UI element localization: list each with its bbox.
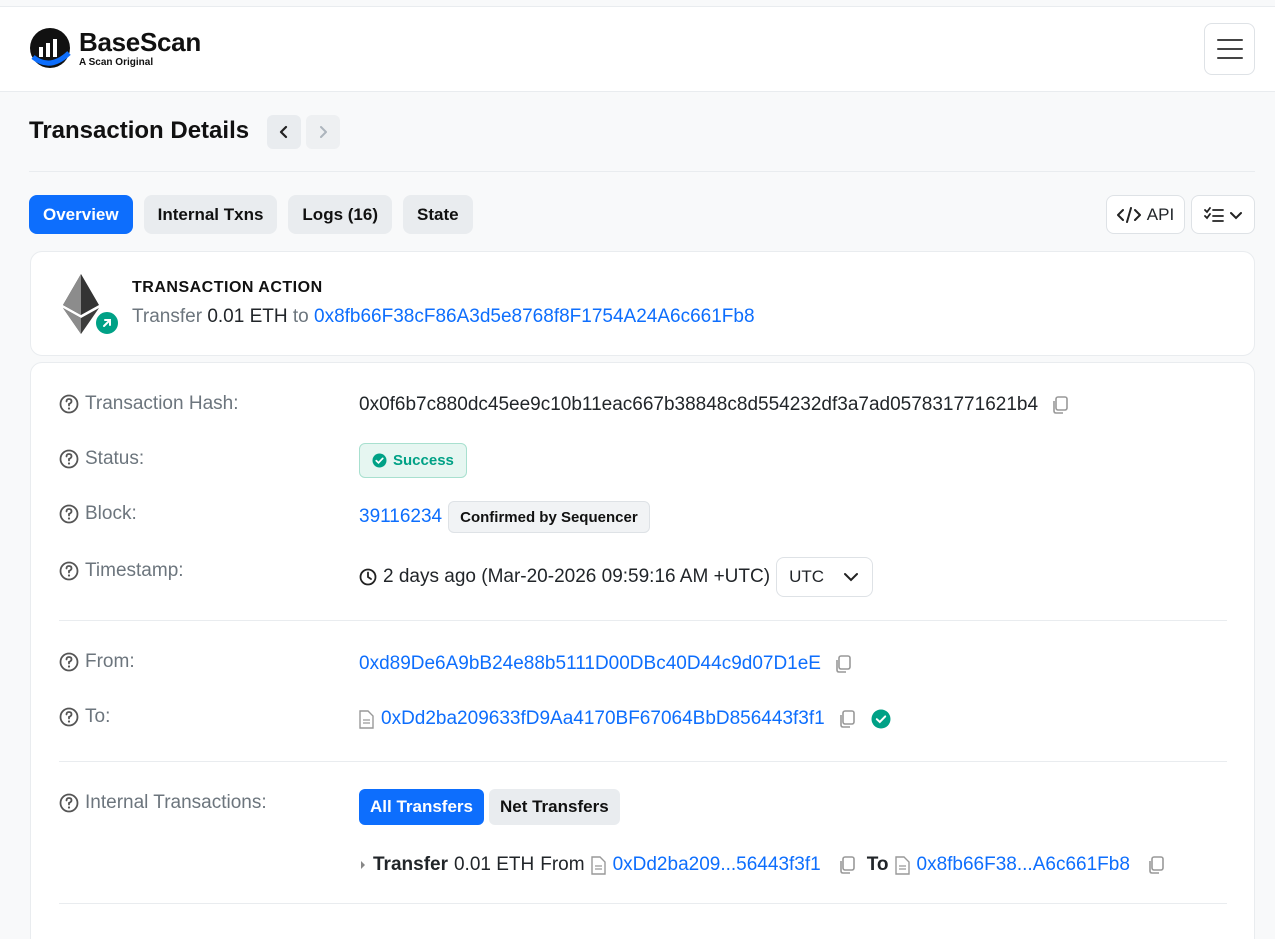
timezone-value: UTC bbox=[789, 567, 825, 586]
tab-overview[interactable]: Overview bbox=[29, 195, 133, 234]
tx-hash-value-group: 0x0f6b7c880dc45ee9c10b11eac667b38848c8d5… bbox=[359, 394, 1070, 416]
tab-bar: Overview Internal Txns Logs (16) State bbox=[29, 195, 473, 234]
brand-tagline: A Scan Original bbox=[79, 56, 154, 68]
code-icon bbox=[1116, 206, 1141, 223]
action-to-word: to bbox=[292, 306, 309, 327]
internal-tx-filters: All Transfers Net Transfers bbox=[359, 789, 620, 825]
copy-icon[interactable] bbox=[837, 855, 857, 875]
status-label-group: Status: bbox=[59, 448, 144, 470]
block-label-group: Block: bbox=[59, 503, 137, 525]
copy-icon[interactable] bbox=[837, 709, 857, 729]
contract-file-icon bbox=[590, 855, 606, 875]
title-divider bbox=[29, 171, 1255, 172]
checklist-icon bbox=[1204, 206, 1224, 222]
action-amount: 0.01 ETH bbox=[207, 306, 288, 327]
tx-hash-label: Transaction Hash: bbox=[85, 393, 239, 414]
status-value-group: Success bbox=[359, 443, 467, 478]
help-circle-icon[interactable] bbox=[59, 504, 79, 524]
from-label: From: bbox=[85, 651, 135, 672]
next-transaction-button[interactable] bbox=[306, 115, 340, 149]
timestamp-label-group: Timestamp: bbox=[59, 560, 184, 582]
from-label-group: From: bbox=[59, 651, 135, 673]
status-badge: Success bbox=[359, 443, 467, 478]
action-verb: Transfer bbox=[132, 306, 203, 327]
hamburger-icon bbox=[1216, 39, 1243, 41]
help-circle-icon[interactable] bbox=[59, 394, 79, 414]
internal-tx-label: Internal Transactions: bbox=[85, 792, 267, 813]
chevron-right-icon bbox=[320, 126, 327, 138]
transaction-action-heading: TRANSACTION ACTION bbox=[132, 279, 323, 296]
api-button[interactable]: API bbox=[1106, 195, 1185, 234]
view-options-dropdown[interactable] bbox=[1191, 195, 1255, 234]
status-label: Status: bbox=[85, 448, 145, 469]
to-address-link[interactable]: 0xDd2ba209633fD9Aa4170BF67064BbD856443f3… bbox=[381, 708, 825, 730]
help-circle-icon[interactable] bbox=[59, 652, 79, 672]
action-recipient-link[interactable]: 0x8fb66F38cF86A3d5e8768f8F1754A24A6c661F… bbox=[314, 306, 755, 327]
help-circle-icon[interactable] bbox=[59, 793, 79, 813]
chevron-down-icon bbox=[1230, 211, 1242, 219]
tx-hash-label-group: Transaction Hash: bbox=[59, 393, 238, 415]
contract-file-icon bbox=[894, 855, 910, 875]
status-text: Success bbox=[393, 452, 454, 469]
previous-transaction-button[interactable] bbox=[267, 115, 301, 149]
timestamp-value: 2 days ago (Mar-20-2026 09:59:16 AM +UTC… bbox=[383, 566, 771, 587]
internal-transfer-verb: Transfer bbox=[373, 854, 448, 875]
verified-check-icon bbox=[871, 709, 891, 729]
copy-icon[interactable] bbox=[833, 654, 853, 674]
all-transfers-button[interactable]: All Transfers bbox=[359, 789, 484, 825]
basescan-logo[interactable]: BaseScan A Scan Original bbox=[29, 27, 201, 69]
caret-right-icon[interactable] bbox=[359, 859, 367, 871]
contract-file-icon bbox=[359, 709, 374, 729]
api-label: API bbox=[1146, 204, 1175, 224]
section-divider bbox=[59, 761, 1227, 762]
chevron-left-icon bbox=[279, 125, 288, 139]
to-value-group: 0xDd2ba209633fD9Aa4170BF67064BbD856443f3… bbox=[359, 708, 891, 730]
from-address-link[interactable]: 0xd89De6A9bB24e88b5111D00DBc40D44c9d07D1… bbox=[359, 653, 821, 675]
basescan-logo-icon bbox=[30, 28, 71, 68]
section-divider bbox=[59, 620, 1227, 621]
timestamp-label: Timestamp: bbox=[85, 560, 184, 581]
timestamp-value-group: 2 days ago (Mar-20-2026 09:59:16 AM +UTC… bbox=[359, 557, 874, 597]
tab-logs[interactable]: Logs (16) bbox=[288, 195, 392, 234]
block-number-link[interactable]: 39116234 bbox=[359, 506, 442, 528]
net-transfers-button[interactable]: Net Transfers bbox=[489, 789, 620, 825]
section-divider bbox=[59, 903, 1227, 904]
from-value-group: 0xd89De6A9bB24e88b5111D00DBc40D44c9d07D1… bbox=[359, 653, 853, 675]
copy-icon[interactable] bbox=[1050, 395, 1070, 415]
transaction-action-summary: Transfer 0.01 ETH to 0x8fb66F38cF86A3d5e… bbox=[132, 306, 755, 328]
hamburger-menu-button[interactable] bbox=[1204, 23, 1255, 75]
tab-internal-txns[interactable]: Internal Txns bbox=[143, 195, 278, 234]
clock-icon bbox=[359, 568, 377, 586]
tx-hash-value: 0x0f6b7c880dc45ee9c10b11eac667b38848c8d5… bbox=[359, 394, 1039, 415]
help-circle-icon[interactable] bbox=[59, 449, 79, 469]
chevron-down-icon bbox=[844, 573, 859, 582]
internal-transfer-from-link[interactable]: 0xDd2ba209...56443f3f1 bbox=[613, 854, 821, 876]
internal-tx-label-group: Internal Transactions: bbox=[59, 792, 267, 814]
brand-name: BaseScan bbox=[79, 26, 201, 57]
to-label: To: bbox=[85, 706, 111, 727]
internal-transfer-from-word: From bbox=[540, 854, 585, 875]
internal-transfer-row: Transfer 0.01 ETH From 0xDd2ba209...5644… bbox=[359, 854, 1166, 876]
to-label-group: To: bbox=[59, 706, 110, 728]
help-circle-icon[interactable] bbox=[59, 707, 79, 727]
page-title: Transaction Details bbox=[29, 117, 250, 144]
timezone-select[interactable]: UTC bbox=[776, 557, 874, 597]
tab-state[interactable]: State bbox=[402, 195, 473, 234]
internal-transfer-amount: 0.01 ETH bbox=[453, 854, 535, 875]
confirmation-badge: Confirmed by Sequencer bbox=[448, 501, 650, 533]
help-circle-icon[interactable] bbox=[59, 561, 79, 581]
outgoing-arrow-icon bbox=[93, 309, 121, 337]
check-circle-icon bbox=[372, 453, 387, 468]
copy-icon[interactable] bbox=[1146, 855, 1166, 875]
internal-transfer-to-word: To bbox=[866, 854, 889, 875]
transaction-details-card: Transaction Hash: 0x0f6b7c880dc45ee9c10b… bbox=[30, 362, 1255, 939]
transaction-action-card: TRANSACTION ACTION Transfer 0.01 ETH to … bbox=[30, 251, 1255, 356]
top-navbar: BaseScan A Scan Original bbox=[0, 6, 1275, 92]
internal-transfer-to-link[interactable]: 0x8fb66F38...A6c661Fb8 bbox=[917, 854, 1130, 876]
block-value-group: 39116234 Confirmed by Sequencer bbox=[359, 501, 650, 533]
block-label: Block: bbox=[85, 503, 137, 524]
